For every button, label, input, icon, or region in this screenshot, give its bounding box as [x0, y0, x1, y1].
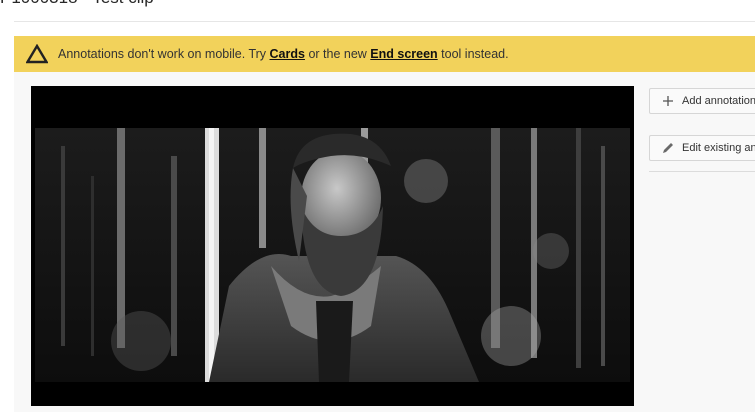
edit-existing-annotation-label: Edit existing annotation: [682, 142, 755, 154]
plus-icon: [661, 94, 675, 108]
mobile-warning-banner: Annotations don't work on mobile. Try Ca…: [14, 36, 755, 73]
warning-text-middle: or the new: [304, 47, 371, 61]
page-title: P1000318 - Test clip: [0, 0, 154, 8]
pencil-icon: [661, 141, 675, 155]
warning-triangle-icon: [26, 44, 48, 64]
warning-text: Annotations don't work on mobile. Try Ca…: [58, 47, 509, 61]
warning-text-before: Annotations don't work on mobile. Try: [58, 47, 270, 61]
video-player[interactable]: [31, 86, 634, 406]
edit-existing-annotation-button[interactable]: Edit existing annotation: [649, 135, 755, 161]
add-annotation-button[interactable]: Add annotation: [649, 88, 755, 114]
warning-text-after: tool instead.: [437, 47, 509, 61]
add-annotation-label: Add annotation: [682, 95, 755, 107]
video-frame: [31, 86, 634, 406]
title-divider: [14, 21, 755, 22]
sidebar-divider: [649, 171, 755, 172]
cards-link[interactable]: Cards: [270, 47, 305, 61]
end-screen-link[interactable]: End screen: [370, 47, 437, 61]
